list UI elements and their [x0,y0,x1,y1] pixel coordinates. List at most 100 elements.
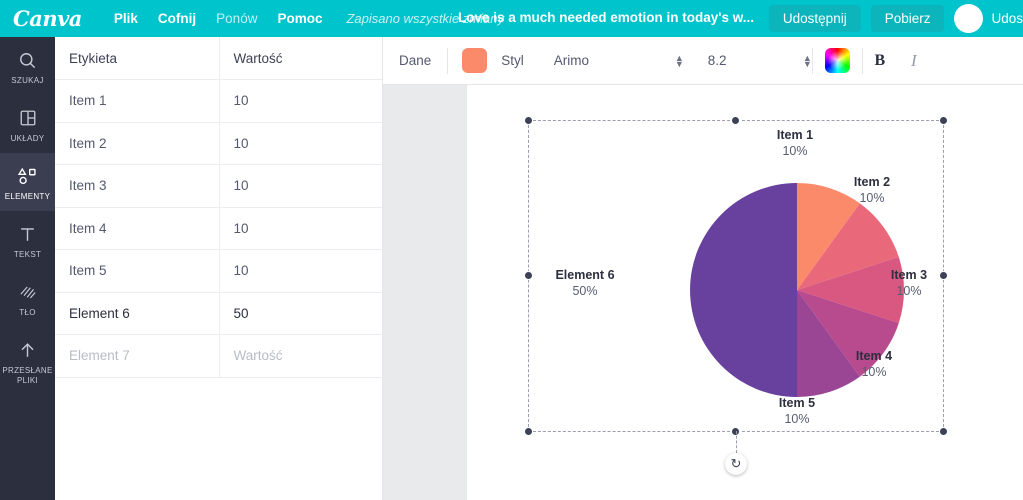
cell-label[interactable]: Item 2 [55,122,220,165]
canva-editor: Canva Plik Cofnij Ponów Pomoc Zapisano w… [0,0,1023,500]
font-family-stepper-icon[interactable]: ▲ ▼ [675,53,684,68]
cell-value[interactable]: 10 [219,79,382,123]
resize-handle-top-center[interactable] [731,116,740,125]
toolbar-divider [811,47,813,74]
column-header-label: Etykieta [55,37,220,80]
user-name[interactable]: Udos [991,11,1023,26]
menu-item-undo[interactable]: Cofnij [148,11,206,26]
pie-label-percent: 50% [572,284,598,298]
resize-handle-bottom-right[interactable] [939,427,948,436]
search-icon [18,48,37,72]
chart-color-swatch[interactable] [462,48,488,73]
pie-label-name: Item 4 [855,349,893,363]
pie-label-item-2: Item 2 10% [812,174,932,207]
table-row[interactable]: Item 2 10 [55,122,382,165]
chart-selection-box[interactable]: ↻ Item 1 10% Item 2 10% Item 3 10% Item … [524,116,948,475]
sidebar-item-search[interactable]: SZUKAJ [0,37,55,95]
canva-logo[interactable]: Canva [13,6,82,31]
table-row[interactable]: Element 6 50 [55,292,382,335]
chart-data-table: Etykieta Wartość Item 1 10 Item 2 10 Ite… [55,37,382,378]
pie-label-name: Item 5 [778,396,816,410]
cell-label[interactable]: Item 1 [55,79,220,123]
style-label: Styl [501,53,524,68]
font-size-value: 8.2 [707,53,727,68]
resize-handle-top-left[interactable] [524,116,533,125]
table-row[interactable]: Item 4 10 [55,207,382,250]
chart-toolbar: Dane Styl Arimo ▲ ▼ 8.2 ▲ ▼ B I [383,37,1023,85]
pie-label-percent: 10% [784,412,810,426]
pie-label-item-4: Item 4 10% [814,348,934,381]
sidebar-item-uploads[interactable]: PRZESŁANE PLIKI [0,327,55,395]
cell-value[interactable]: 50 [219,292,382,335]
background-icon [18,280,38,304]
sidebar-item-layouts[interactable]: UKŁADY [0,95,55,153]
download-button[interactable]: Pobierz [870,5,945,32]
pie-label-percent: 10% [782,144,808,158]
top-bar-actions: Udostępnij Pobierz Udos [768,0,1023,37]
italic-button[interactable]: I [897,46,931,76]
pie-label-item-5: Item 5 10% [737,395,857,428]
font-size-stepper-icon[interactable]: ▲ ▼ [803,53,812,68]
table-row[interactable]: Item 5 10 [55,249,382,293]
font-size-select[interactable]: 8.2 ▲ ▼ [708,46,812,76]
avatar[interactable] [954,4,984,33]
text-icon [18,222,37,246]
sidebar-item-label: PRZESŁANE PLIKI [2,366,53,385]
cell-label[interactable]: Item 3 [55,164,220,208]
pie-label-percent: 10% [861,365,887,379]
bold-button[interactable]: B [863,46,897,76]
panel-gutter [383,85,467,500]
chart-data-panel: Etykieta Wartość Item 1 10 Item 2 10 Ite… [55,37,383,500]
upload-icon [18,338,37,362]
cell-value-placeholder[interactable]: Wartość [219,334,382,378]
sidebar-item-background[interactable]: TŁO [0,269,55,327]
rotate-handle-icon[interactable]: ↻ [725,453,747,475]
sidebar-item-text[interactable]: TEKST [0,211,55,269]
sidebar-item-label: TEKST [13,250,42,259]
font-family-select[interactable]: Arimo ▲ ▼ [554,46,684,76]
design-canvas[interactable]: ↻ Item 1 10% Item 2 10% Item 3 10% Item … [467,85,1023,500]
layouts-icon [19,106,37,130]
color-picker-icon[interactable] [824,48,850,73]
pie-label-item-1: Item 1 10% [735,127,855,160]
menu-item-help[interactable]: Pomoc [267,11,332,26]
data-tab-button[interactable]: Dane [383,53,447,68]
cell-value[interactable]: 10 [219,249,382,293]
toolbar-divider [447,47,449,74]
resize-handle-top-right[interactable] [939,116,948,125]
cell-value[interactable]: 10 [219,164,382,208]
pie-label-name: Item 3 [890,268,928,282]
menu-item-file[interactable]: Plik [104,11,148,26]
left-sidebar: SZUKAJ UKŁADY ELEMENTY TEKST TŁO PRZESŁA… [0,37,55,500]
sidebar-item-elements[interactable]: ELEMENTY [0,153,55,211]
pie-label-item-3: Item 3 10% [849,267,969,300]
sidebar-item-label: UKŁADY [10,134,45,143]
cell-label[interactable]: Item 4 [55,207,220,250]
table-row-placeholder[interactable]: Element 7 Wartość [55,334,382,378]
pie-label-percent: 10% [896,284,922,298]
cell-label-placeholder[interactable]: Element 7 [55,334,220,378]
pie-label-name: Element 6 [555,268,615,282]
cell-label[interactable]: Item 5 [55,249,220,293]
table-row[interactable]: Item 3 10 [55,164,382,208]
elements-icon [17,164,38,188]
resize-handle-bottom-left[interactable] [524,427,533,436]
document-title[interactable]: Love is a much needed emotion in today's… [458,10,754,25]
pie-label-element-6: Element 6 50% [520,267,650,300]
table-row[interactable]: Item 1 10 [55,79,382,123]
pie-slice[interactable] [690,183,797,397]
share-button[interactable]: Udostępnij [768,5,861,32]
pie-label-name: Item 1 [776,128,814,142]
sidebar-item-label: SZUKAJ [11,76,44,85]
pie-label-name: Item 2 [853,175,891,189]
font-family-value: Arimo [553,53,590,68]
top-bar: Canva Plik Cofnij Ponów Pomoc Zapisano w… [0,0,1023,37]
pie-label-percent: 10% [859,191,885,205]
cell-value[interactable]: 10 [219,122,382,165]
column-header-value: Wartość [219,37,382,80]
cell-value[interactable]: 10 [219,207,382,250]
menu-item-redo[interactable]: Ponów [206,11,267,26]
sidebar-item-label: ELEMENTY [4,192,51,201]
rotate-stem [736,431,737,453]
cell-label[interactable]: Element 6 [55,292,220,335]
